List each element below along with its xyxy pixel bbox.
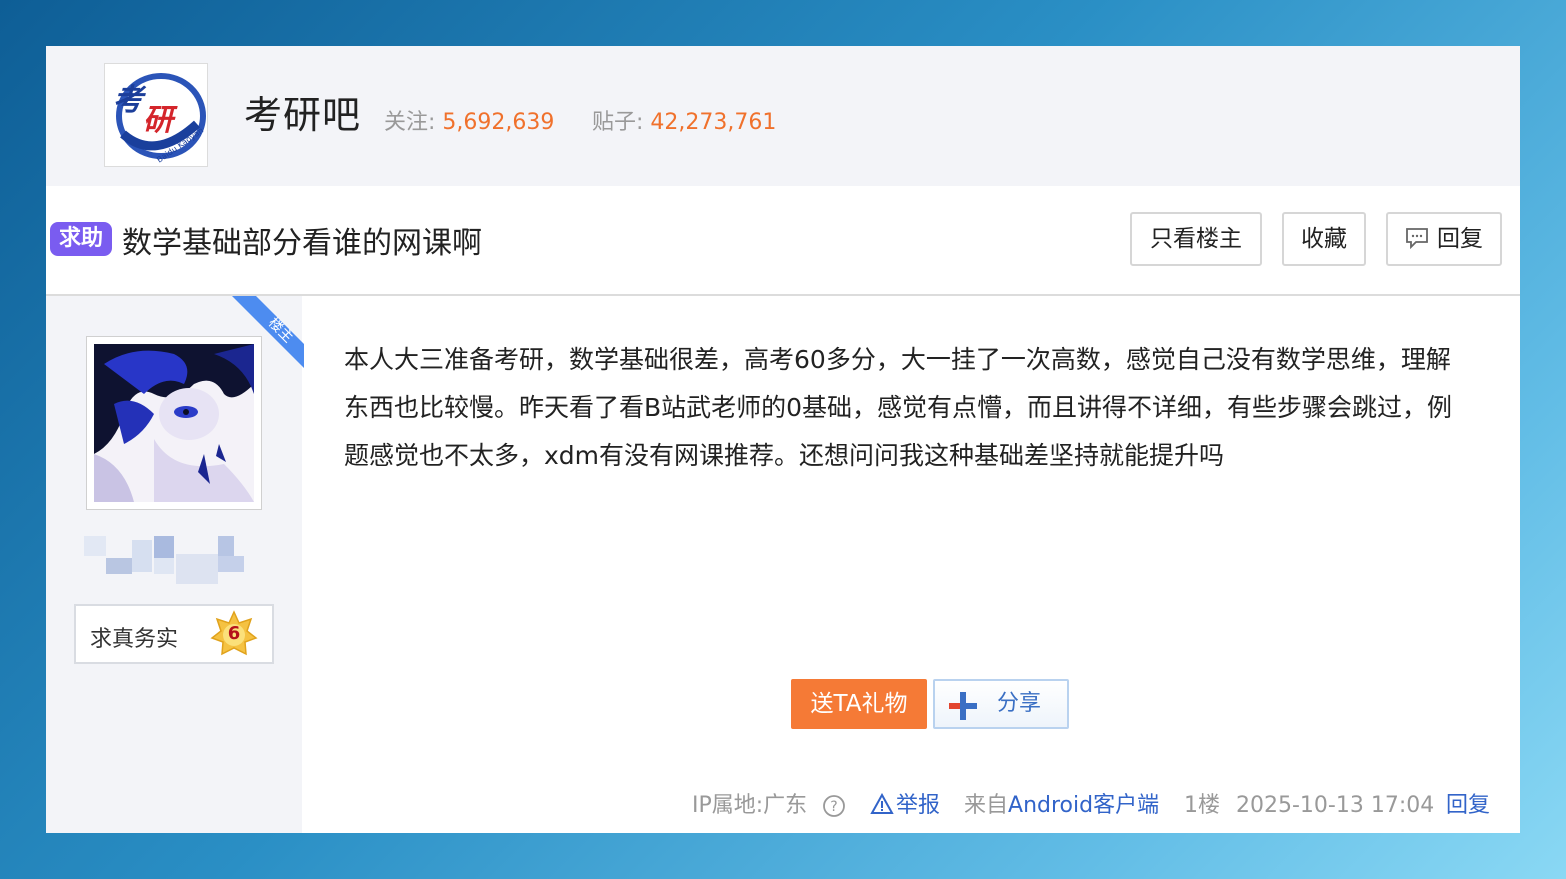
only-op-button[interactable]: 只看楼主 — [1130, 212, 1262, 266]
forum-logo[interactable]: 考 研 Baidu Kaoyan — [104, 63, 208, 167]
follow-stat: 关注: 5,692,639 — [384, 104, 554, 136]
floor-reply-link[interactable]: 回复 — [1446, 788, 1490, 824]
warning-icon — [870, 792, 894, 814]
thread-title: 数学基础部分看谁的网课啊 — [122, 226, 482, 261]
question-icon[interactable]: ? — [822, 794, 846, 818]
comment-icon — [1406, 227, 1428, 249]
report-label: 举报 — [896, 793, 941, 818]
post-footer: IP属地:广东 ? 举报 来自Android客户端 1楼 2025-10-13 … — [46, 788, 1520, 824]
svg-text:考: 考 — [113, 83, 147, 118]
forum-name[interactable]: 考研吧 — [244, 84, 361, 139]
collect-button[interactable]: 收藏 — [1282, 212, 1366, 266]
level-number: 6 — [227, 623, 241, 644]
send-gift-button[interactable]: 送TA礼物 — [791, 679, 927, 729]
follow-count: 5,692,639 — [442, 110, 555, 135]
avatar-image — [94, 344, 254, 502]
posts-count: 42,273,761 — [650, 110, 777, 135]
reply-button-label: 回复 — [1437, 226, 1483, 252]
thread-title-bar: 求助 数学基础部分看谁的网课啊 只看楼主 收藏 回复 — [46, 186, 1520, 296]
client-prefix: 来自 — [964, 793, 1009, 818]
floor-number: 1楼 — [1184, 793, 1220, 818]
post-time: 2025-10-13 17:04 — [1236, 793, 1435, 818]
follow-label: 关注: — [384, 110, 436, 135]
posts-label: 贴子: — [592, 110, 644, 135]
posts-stat: 贴子: 42,273,761 — [592, 104, 776, 136]
level-box[interactable]: 求真务实 6 — [74, 604, 274, 664]
kaoyan-logo-icon: 考 研 Baidu Kaoyan — [105, 64, 207, 166]
report-link[interactable]: 举报 — [870, 788, 940, 824]
svg-text:研: 研 — [143, 103, 178, 138]
forum-header: 考 研 Baidu Kaoyan 考研吧 关注: 5,692,639 贴子: 4… — [46, 46, 1520, 186]
share-label: 分享 — [997, 691, 1042, 716]
svg-text:?: ? — [830, 799, 837, 815]
client-link[interactable]: Android客户端 — [1008, 793, 1159, 818]
avatar[interactable] — [86, 336, 262, 510]
client-source: 来自Android客户端 — [964, 788, 1159, 824]
help-tag: 求助 — [50, 222, 113, 256]
ip-location: IP属地:广东 — [692, 793, 808, 818]
post-body: 本人大三准备考研，数学基础很差，高考60多分，大一挂了一次高数，感觉自己没有数学… — [344, 345, 1453, 470]
share-plus-icon — [949, 692, 977, 720]
username-blurred — [84, 536, 248, 588]
post-page: 考 研 Baidu Kaoyan 考研吧 关注: 5,692,639 贴子: 4… — [46, 46, 1520, 833]
share-button[interactable]: 分享 — [933, 679, 1069, 729]
level-title: 求真务实 — [90, 627, 179, 652]
reply-button[interactable]: 回复 — [1386, 212, 1502, 266]
